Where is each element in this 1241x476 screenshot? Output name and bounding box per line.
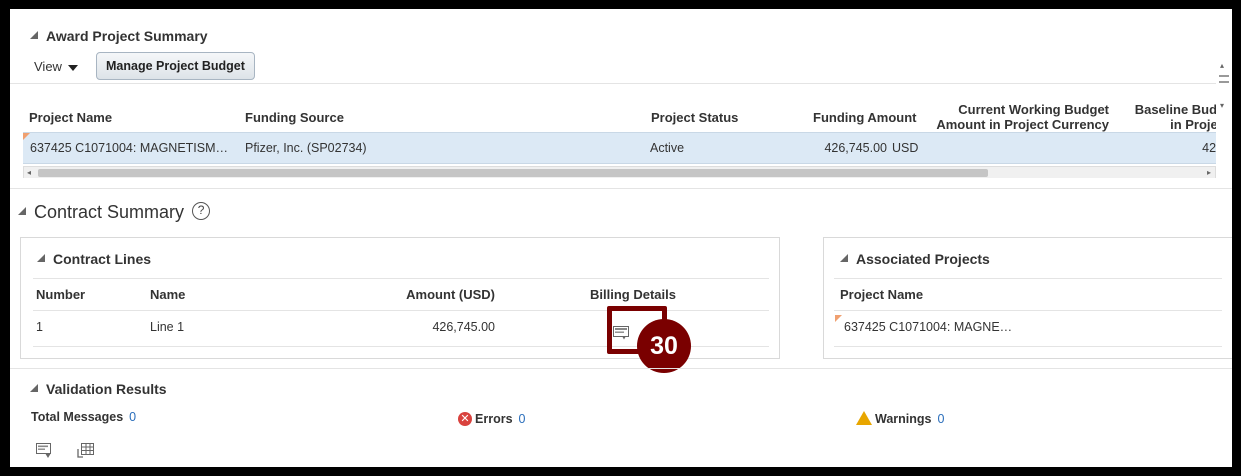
total-messages-label: Total Messages [31,410,124,424]
column-header-project-name[interactable]: Project Name [840,287,923,302]
column-header-amount[interactable]: Amount (USD) [351,287,495,302]
vertical-scrollbar[interactable]: ▴ ▾ [1216,61,1232,121]
column-header-project-name[interactable]: Project Name [29,110,112,125]
warnings-summary: Warnings 0 [856,410,944,427]
column-header-number[interactable]: Number [36,287,85,302]
row-currency: USD [892,141,919,155]
table-divider [834,310,1222,311]
row-name[interactable]: Line 1 [150,320,184,334]
view-menu[interactable]: View [34,59,78,74]
row-number: 1 [36,320,43,334]
errors-summary: ✕ Errors 0 [458,411,526,427]
row-flag-icon [835,315,842,322]
total-messages-count[interactable]: 0 [129,410,136,424]
row-flag-icon [23,133,30,140]
associated-projects-panel: Associated Projects Project Name 637425 … [823,237,1232,359]
callout-number-badge: 30 [637,319,691,373]
row-funding-source: Pfizer, Inc. (SP02734) [245,141,367,155]
column-header-funding-source[interactable]: Funding Source [245,110,344,125]
dropdown-arrow-icon [67,64,78,71]
table-divider [834,278,1222,279]
warnings-count[interactable]: 0 [937,412,944,426]
current-budget-header-line1: Current Working Budget [958,102,1109,117]
manage-project-budget-button[interactable]: Manage Project Budget [96,52,255,80]
contract-summary-title: Contract Summary [34,202,185,222]
table-divider [33,278,769,279]
column-header-funding-amount[interactable]: Funding Amount [813,110,917,125]
contract-summary-header[interactable]: Contract Summary? [18,202,211,223]
warnings-label: Warnings [875,412,932,426]
column-header-billing-details[interactable]: Billing Details [590,287,676,302]
baseline-header-line1: Baseline Budg [1134,102,1216,117]
export-grid-icon[interactable] [77,443,95,459]
table-divider [834,346,1222,347]
filter-messages-icon[interactable] [36,443,54,459]
horizontal-scrollbar[interactable]: ◂ ▸ [23,166,1216,178]
help-icon[interactable]: ? [192,202,211,221]
errors-count[interactable]: 0 [519,412,526,426]
award-project-summary-header[interactable]: Award Project Summary [30,28,208,44]
contract-lines-header[interactable]: Contract Lines [37,251,151,267]
row-project-name[interactable]: 637425 C1071004: MAGNETISM… [30,141,228,155]
scroll-left-icon[interactable]: ◂ [27,168,31,177]
collapse-triangle-icon[interactable] [30,384,38,393]
column-header-name[interactable]: Name [150,287,185,302]
total-messages: Total Messages 0 [31,410,136,424]
row-baseline-budget: 426 [1202,141,1216,155]
scroll-right-icon[interactable]: ▸ [1207,168,1211,177]
associated-project-name[interactable]: 637425 C1071004: MAGNE… [844,320,1012,334]
view-menu-label: View [34,59,62,74]
billing-details-icon[interactable] [613,326,629,340]
baseline-header-line2: in Projec [1170,117,1216,132]
column-header-current-working-budget[interactable]: Current Working Budget Amount in Project… [931,102,1109,132]
collapse-triangle-icon[interactable] [18,207,26,216]
associated-projects-title: Associated Projects [856,251,990,267]
section-divider [10,188,1232,189]
table-divider [33,310,769,311]
scroll-up-icon[interactable]: ▴ [1220,61,1224,70]
error-icon: ✕ [458,411,472,426]
column-header-baseline-budget[interactable]: Baseline Budg in Projec [1115,102,1216,132]
collapse-triangle-icon[interactable] [840,254,848,263]
scrollbar-grip-icon[interactable] [1219,75,1229,83]
scrollbar-thumb[interactable] [38,169,988,177]
contract-lines-title: Contract Lines [53,251,152,267]
column-header-project-status[interactable]: Project Status [651,110,738,125]
scroll-down-icon[interactable]: ▾ [1220,101,1224,110]
award-project-summary-title: Award Project Summary [46,28,208,44]
row-amount: 426,745.00 [432,320,495,334]
table-row[interactable]: 637425 C1071004: MAGNETISM… Pfizer, Inc.… [23,132,1216,164]
row-project-status: Active [650,141,685,155]
application-frame: Award Project Summary View Manage Projec… [10,9,1232,467]
validation-results-title: Validation Results [46,381,167,397]
collapse-triangle-icon[interactable] [37,254,45,263]
current-budget-header-line2: Amount in Project Currency [936,117,1109,132]
errors-label: Errors [475,412,513,426]
collapse-triangle-icon[interactable] [30,31,38,40]
section-divider [10,368,1232,369]
row-funding-amount: 426,745.00 [824,141,887,155]
warning-icon [856,410,872,425]
validation-results-header[interactable]: Validation Results [30,381,167,397]
award-projects-table: Project Name Funding Source Project Stat… [10,83,1216,178]
associated-projects-header[interactable]: Associated Projects [840,251,990,267]
